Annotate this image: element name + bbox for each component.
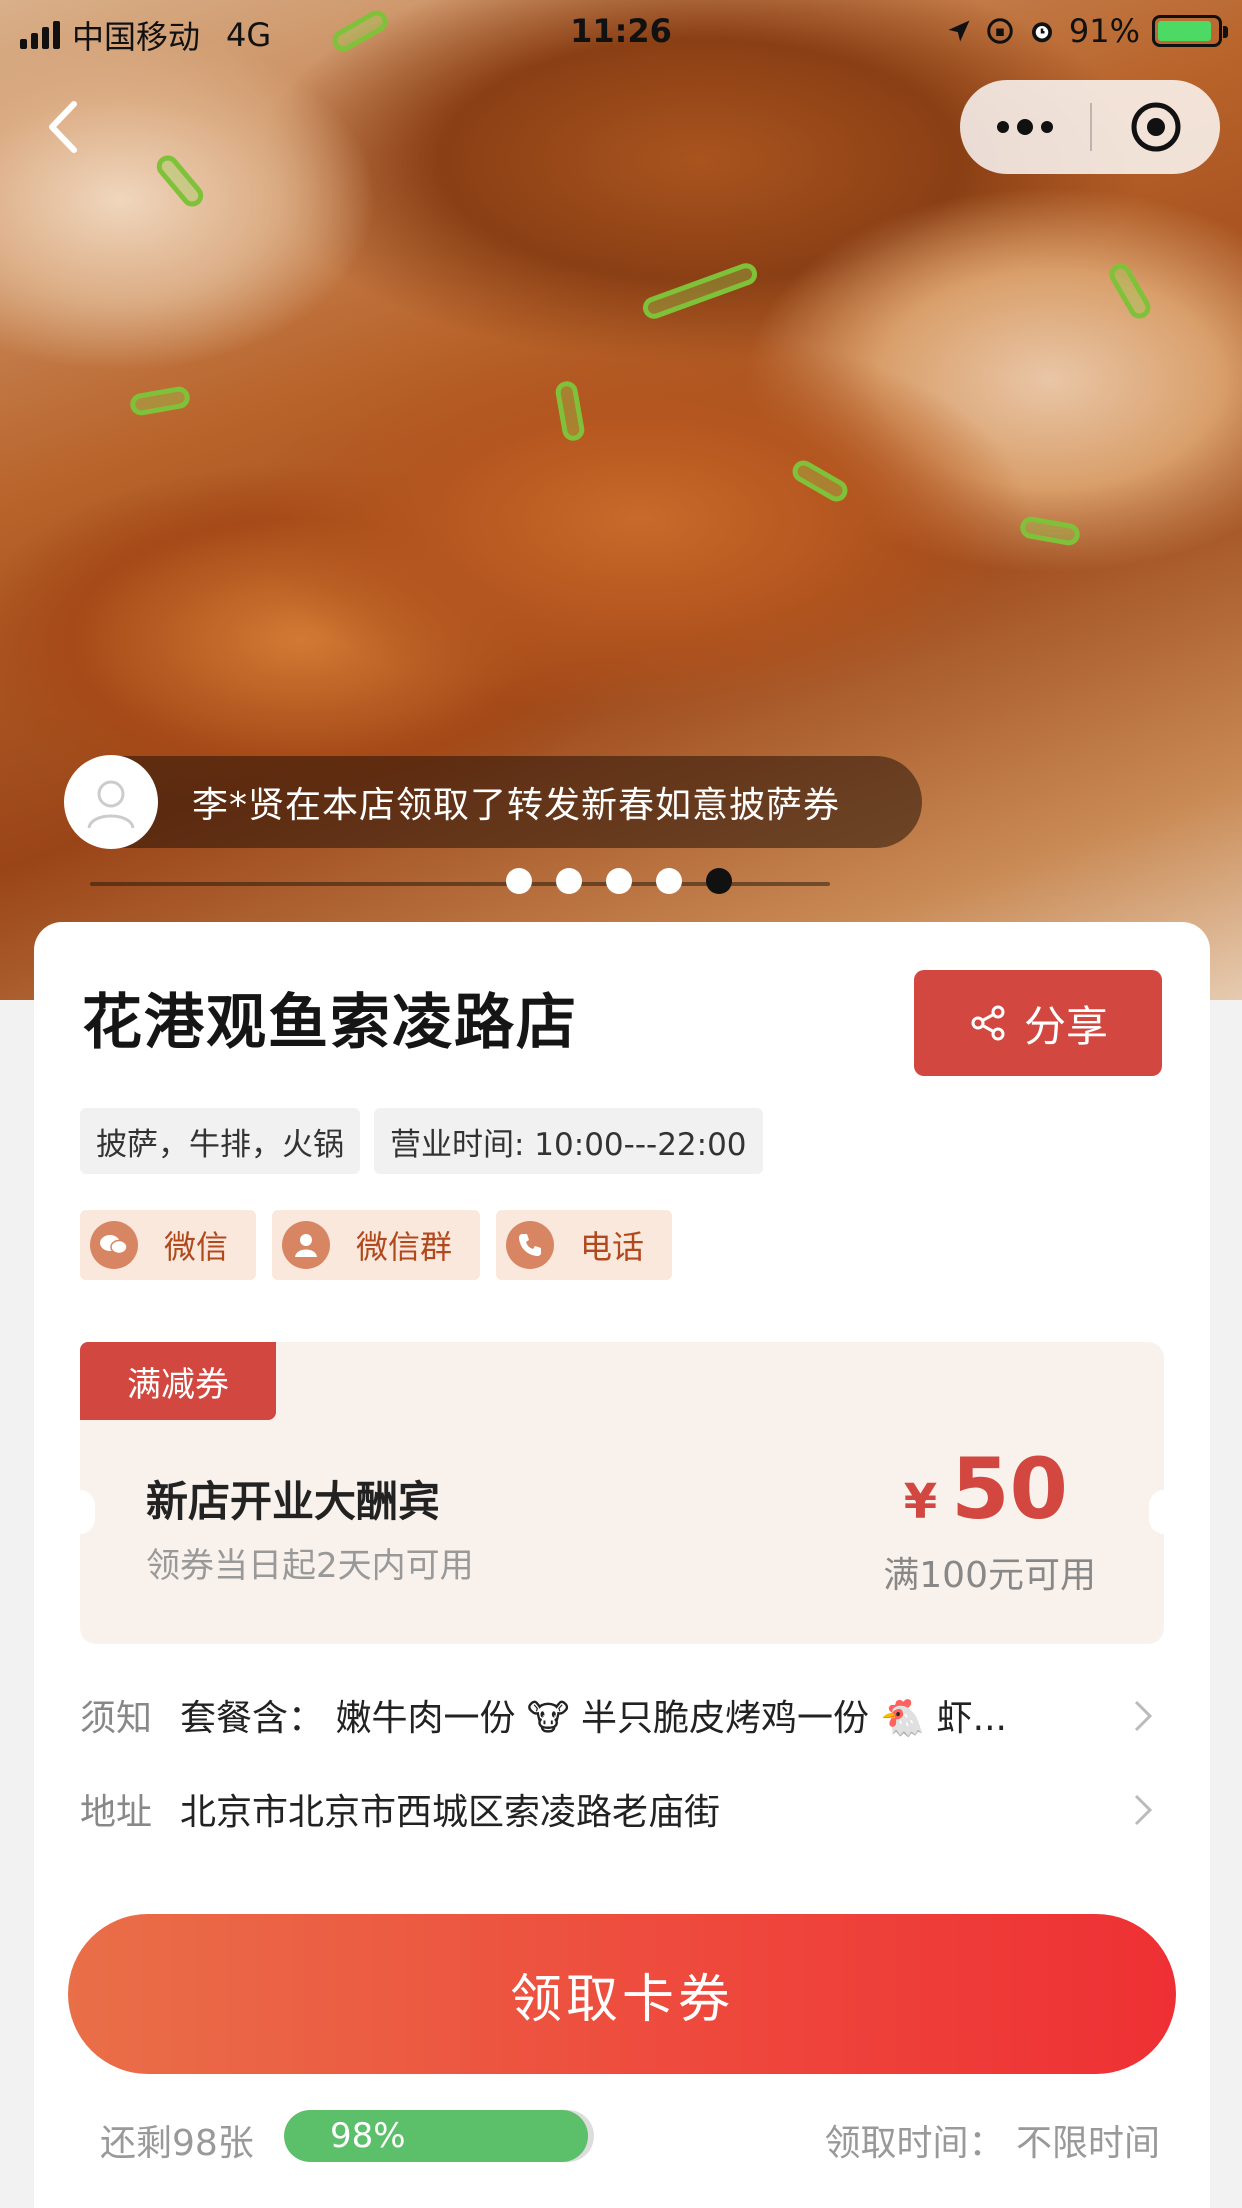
location-icon (948, 20, 970, 42)
coupon-condition: 满100元可用 (883, 1555, 1096, 1596)
chevron-left-icon (49, 101, 77, 153)
wechat-group-label: 微信群 (356, 1228, 453, 1266)
carousel-dots (506, 868, 732, 894)
address-row[interactable]: 地址 北京市北京市西城区索凌路老庙街 (80, 1774, 1190, 1844)
address-value: 北京市北京市西城区索凌路老庙街 (180, 1792, 721, 1833)
phone-button[interactable]: 电话 (496, 1210, 673, 1280)
coupon-title: 新店开业大酬宾 (146, 1477, 441, 1526)
shop-tags: 披萨，牛排，火锅 营业时间: 10:00---22:00 (80, 1108, 763, 1174)
status-right: 91% (945, 12, 1228, 50)
scallion-garnish (553, 379, 587, 443)
rotation-lock-icon (987, 18, 1013, 44)
phone-icon (506, 1221, 555, 1269)
wechat-group-icon (282, 1221, 331, 1269)
more-button[interactable] (960, 80, 1090, 174)
user-placeholder-icon (87, 780, 135, 829)
wechat-group-button[interactable]: 微信群 (272, 1210, 481, 1280)
wechat-button[interactable]: 微信 (80, 1210, 257, 1280)
shop-name: 花港观鱼索凌路店 (82, 988, 578, 1058)
more-dot (1017, 119, 1033, 135)
coupon-card[interactable]: 满减券 新店开业大酬宾 领券当日起2天内可用 ¥ 50 满100元可用 (65, 1342, 1179, 1644)
status-bar: 中国移动 4G 11:26 91% (0, 0, 1242, 64)
phone-label: 电话 (580, 1228, 645, 1266)
claim-coupon-button[interactable]: 领取卡券 (68, 1914, 1176, 2074)
coupon-notch-left (65, 1490, 95, 1534)
carousel-dot[interactable] (656, 868, 682, 894)
scallion-garnish (639, 260, 761, 322)
carousel-dot[interactable] (606, 868, 632, 894)
share-label: 分享 (1023, 1001, 1108, 1051)
coupon-type-badge: 满减券 (80, 1342, 276, 1420)
back-button[interactable] (34, 92, 94, 162)
coupon-amount-value: 50 (951, 1440, 1068, 1538)
scallion-garnish (152, 150, 208, 212)
target-close-icon (1131, 102, 1181, 152)
carousel-dot[interactable] (556, 868, 582, 894)
alarm-icon (1031, 22, 1052, 43)
stock-progress: 98% (284, 2110, 594, 2162)
ticker-text: 李*贤在本店领取了转发新春如意披萨券 (192, 785, 841, 826)
chevron-right-icon (1134, 1794, 1153, 1826)
scallion-garnish (1105, 259, 1155, 323)
carousel-dot-active[interactable] (706, 868, 732, 894)
carousel-dot[interactable] (506, 868, 532, 894)
remaining-count: 还剩98张 (100, 2123, 254, 2164)
more-dot (997, 121, 1009, 133)
hours-tag: 营业时间: 10:00---22:00 (374, 1108, 763, 1174)
miniprogram-capsule (960, 80, 1220, 174)
stock-progress-label: 98% (330, 2116, 406, 2156)
scallion-garnish (128, 384, 192, 418)
coupon-validity: 领券当日起2天内可用 (146, 1546, 474, 1586)
avatar (64, 755, 158, 849)
wechat-label: 微信 (164, 1228, 229, 1266)
coupon-amount: ¥ 50 (904, 1440, 1068, 1538)
contact-buttons: 微信 微信群 电话 (80, 1210, 673, 1280)
scallion-garnish (788, 456, 852, 506)
close-miniprogram-button[interactable] (1092, 80, 1220, 174)
claim-time: 领取时间： 不限时间 (824, 2123, 1160, 2164)
activity-ticker: 李*贤在本店领取了转发新春如意披萨券 (64, 755, 922, 849)
more-dot (1041, 121, 1053, 133)
notice-row[interactable]: 须知 套餐含： 嫩牛肉一份 🐮 半只脆皮烤鸡一份 🐔 虾... (80, 1680, 1190, 1750)
wechat-icon (90, 1221, 138, 1269)
coupon-footer: 还剩98张 98% 领取时间： 不限时间 (100, 2106, 1160, 2166)
chevron-right-icon (1134, 1700, 1153, 1732)
coupon-notch-right (1149, 1490, 1179, 1534)
share-icon (971, 1005, 1005, 1041)
stock-progress-fill: 98% (284, 2110, 588, 2162)
currency-symbol: ¥ (903, 1474, 938, 1530)
battery-icon (1152, 15, 1228, 47)
battery-percent: 91% (1068, 12, 1140, 50)
cuisine-tag: 披萨，牛排，火锅 (80, 1108, 360, 1174)
notice-value: 套餐含： 嫩牛肉一份 🐮 半只脆皮烤鸡一份 🐔 虾... (180, 1698, 1007, 1739)
notice-label: 须知 (80, 1698, 153, 1739)
share-button[interactable]: 分享 (914, 970, 1162, 1076)
address-label: 地址 (80, 1792, 153, 1833)
battery-fill (1158, 21, 1211, 41)
scallion-garnish (1018, 514, 1082, 548)
